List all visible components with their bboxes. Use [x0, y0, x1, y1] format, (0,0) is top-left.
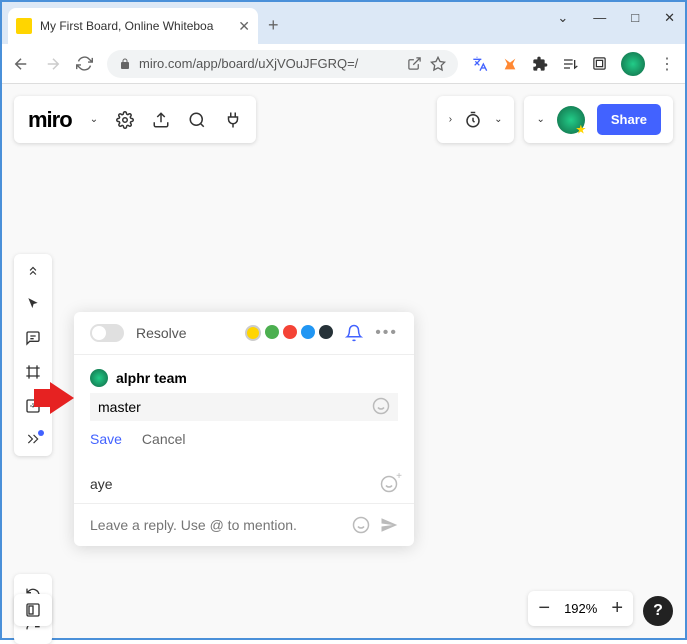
collapse-icon[interactable]: [26, 264, 40, 278]
previous-comment-text: aye: [90, 476, 113, 492]
color-dark-icon[interactable]: [319, 325, 333, 339]
address-bar[interactable]: miro.com/app/board/uXjVOuJFGRQ=/: [107, 50, 458, 78]
color-green-icon[interactable]: [265, 325, 279, 339]
reply-emoji-icon[interactable]: [352, 516, 370, 534]
new-tab-button[interactable]: +: [268, 15, 279, 36]
browser-extensions: ⋮: [472, 52, 675, 76]
miro-canvas[interactable]: miro ⌄ › ⌄ ⌄ Share: [2, 84, 685, 638]
export-icon[interactable]: [152, 111, 170, 129]
window-maximize-icon[interactable]: □: [631, 10, 639, 26]
cancel-button[interactable]: Cancel: [142, 431, 186, 447]
frame-tool-icon[interactable]: [25, 364, 41, 380]
author-name: alphr team: [116, 370, 187, 386]
edit-comment-input[interactable]: [90, 393, 398, 421]
reply-input[interactable]: [90, 517, 342, 533]
notify-bell-icon[interactable]: [345, 324, 363, 342]
window-dropdown-icon[interactable]: ⌄: [557, 10, 568, 26]
settings-gear-icon[interactable]: [116, 111, 134, 129]
minimap-icon: [25, 602, 41, 618]
help-button[interactable]: ?: [643, 596, 673, 626]
resolve-toggle[interactable]: [90, 324, 124, 342]
color-red-icon[interactable]: [283, 325, 297, 339]
browser-tab-strip: My First Board, Online Whiteboa ✕ + ⌄ — …: [2, 2, 685, 44]
browser-tab[interactable]: My First Board, Online Whiteboa ✕: [8, 8, 258, 44]
resolve-label: Resolve: [136, 325, 187, 341]
annotation-arrow: [50, 382, 74, 414]
miro-logo[interactable]: miro: [28, 107, 72, 133]
playlist-icon[interactable]: [562, 56, 578, 72]
send-reply-icon[interactable]: [380, 516, 398, 534]
window-controls: ⌄ — □ ✕: [557, 10, 675, 26]
user-avatar[interactable]: [557, 106, 585, 134]
emoji-picker-icon[interactable]: [372, 397, 390, 415]
select-cursor-icon[interactable]: [26, 296, 40, 312]
search-icon[interactable]: [188, 111, 206, 129]
previous-comment: aye: [74, 461, 414, 495]
browser-toolbar: miro.com/app/board/uXjVOuJFGRQ=/ ⋮: [2, 44, 685, 84]
back-button[interactable]: [12, 55, 30, 73]
reload-button[interactable]: [76, 55, 93, 72]
map-toggle[interactable]: [14, 594, 52, 626]
url-text: miro.com/app/board/uXjVOuJFGRQ=/: [139, 56, 399, 71]
miro-top-toolbar: miro ⌄ › ⌄ ⌄ Share: [14, 96, 673, 143]
zoom-out-button[interactable]: −: [538, 597, 550, 620]
window-minimize-icon[interactable]: —: [593, 10, 606, 26]
more-tools-icon[interactable]: [26, 432, 40, 446]
share-button[interactable]: Share: [597, 104, 661, 135]
tool-rail: [14, 254, 52, 456]
comment-body: alphr team Save Cancel: [74, 355, 414, 461]
profile-avatar[interactable]: [621, 52, 645, 76]
add-reaction-icon[interactable]: [380, 475, 398, 493]
close-tab-icon[interactable]: ✕: [238, 18, 250, 35]
puzzle-extension-icon[interactable]: [532, 56, 548, 72]
miro-favicon: [16, 18, 32, 34]
comment-more-icon[interactable]: •••: [375, 324, 398, 342]
zoom-value[interactable]: 192%: [564, 601, 597, 616]
reply-box: [74, 503, 414, 546]
menu-dots-icon[interactable]: ⋮: [659, 54, 675, 74]
author-avatar-icon: [90, 369, 108, 387]
timer-icon[interactable]: [464, 111, 482, 129]
forward-button[interactable]: [44, 55, 62, 73]
board-menu-chevron-icon[interactable]: ⌄: [90, 114, 98, 125]
timer-right-chevron-icon[interactable]: ⌄: [494, 114, 502, 125]
tabs-icon[interactable]: [592, 56, 607, 71]
color-yellow-icon[interactable]: [245, 325, 261, 341]
timer-group: › ⌄: [437, 96, 515, 143]
fox-extension-icon[interactable]: [502, 56, 518, 72]
lock-icon: [119, 58, 131, 70]
window-close-icon[interactable]: ✕: [664, 10, 675, 26]
comment-tool-icon[interactable]: [25, 330, 41, 346]
color-blue-icon[interactable]: [301, 325, 315, 339]
plug-icon[interactable]: [224, 111, 242, 129]
zoom-in-button[interactable]: +: [611, 597, 623, 620]
comment-header: Resolve •••: [74, 312, 414, 355]
timer-left-chevron-icon[interactable]: ›: [449, 114, 452, 125]
miro-toolbar-left: miro ⌄: [14, 96, 256, 143]
color-tag-picker: [245, 325, 333, 341]
tab-title: My First Board, Online Whiteboa: [40, 19, 230, 33]
edit-actions: Save Cancel: [90, 431, 398, 447]
miro-toolbar-right: › ⌄ ⌄ Share: [437, 96, 673, 143]
zoom-controls: − 192% +: [528, 591, 633, 626]
comment-panel: Resolve ••• alphr team Save Canc: [74, 312, 414, 546]
share-url-icon[interactable]: [407, 56, 422, 71]
save-button[interactable]: Save: [90, 431, 122, 447]
present-chevron-icon[interactable]: ⌄: [536, 114, 544, 125]
share-group: ⌄ Share: [524, 96, 673, 143]
translate-icon[interactable]: [472, 56, 488, 72]
comment-author: alphr team: [90, 369, 398, 387]
bookmark-star-icon[interactable]: [430, 56, 446, 72]
